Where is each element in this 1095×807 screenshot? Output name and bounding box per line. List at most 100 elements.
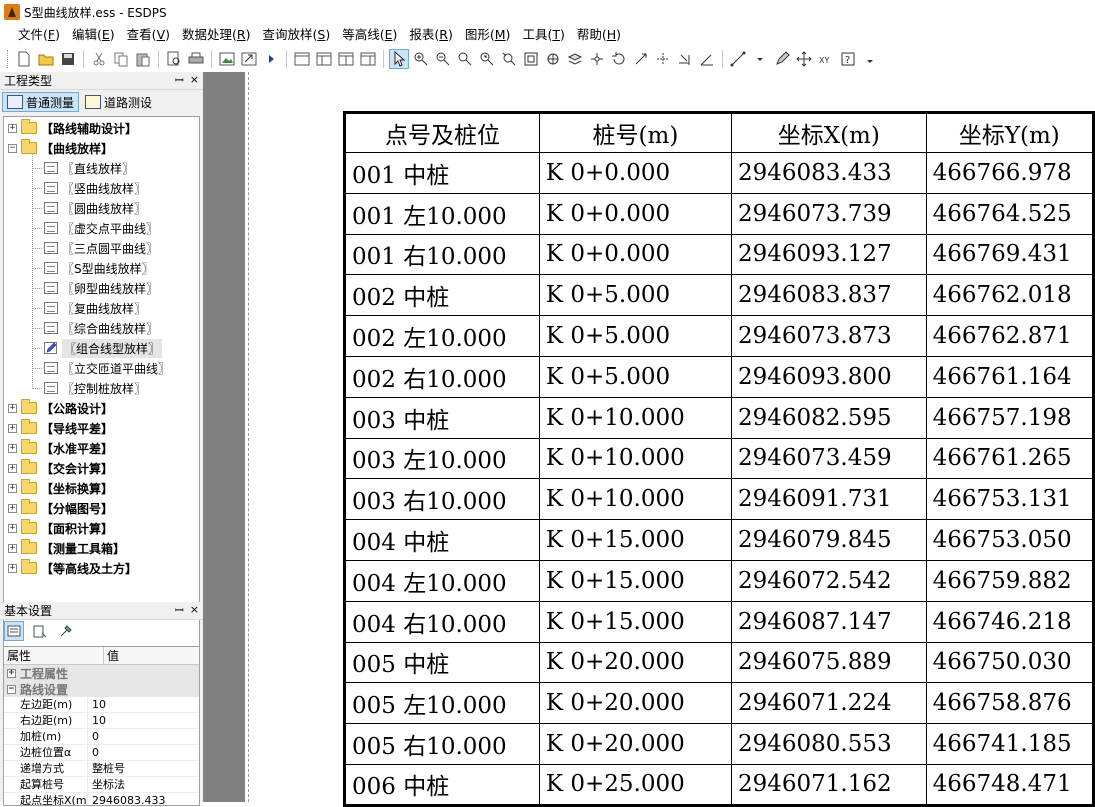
tree-folder[interactable]: + 【导线平差】 <box>8 418 113 438</box>
rotate-icon[interactable] <box>609 49 629 69</box>
expand-icon[interactable]: + <box>8 443 17 453</box>
expand-icon[interactable]: + <box>8 123 17 133</box>
close-icon[interactable]: × <box>190 73 199 88</box>
expand-icon[interactable]: + <box>8 523 17 533</box>
new-file-icon[interactable] <box>14 49 34 69</box>
property-value[interactable]: 坐标法 <box>88 777 125 793</box>
extend-icon[interactable] <box>675 49 695 69</box>
xy-coordinate-icon[interactable]: XY <box>816 49 836 69</box>
help-dropdown-icon[interactable] <box>860 49 880 69</box>
menu-item[interactable]: 帮助(H) <box>571 25 627 45</box>
expand-icon[interactable]: + <box>8 423 17 433</box>
export-icon[interactable] <box>239 49 259 69</box>
property-category[interactable]: − 路线设置 <box>4 681 199 697</box>
angle-icon[interactable] <box>697 49 717 69</box>
tree-item[interactable]: 〖三点圆平曲线〗 <box>32 238 158 258</box>
property-row[interactable]: 起点坐标X(m) 2946083.433 <box>4 792 199 806</box>
tree-item[interactable]: 〖控制桩放样〗 <box>32 378 146 398</box>
tree-item[interactable]: 〖圆曲线放样〗 <box>32 198 146 218</box>
frame-3-icon[interactable] <box>336 49 356 69</box>
property-value[interactable]: 整桩号 <box>88 761 125 777</box>
property-value[interactable]: 0 <box>88 745 99 761</box>
tree-item[interactable]: 〖复曲线放样〗 <box>32 298 146 318</box>
tree-folder[interactable]: + 【路线辅助设计】 <box>8 118 137 138</box>
print-preview-icon[interactable] <box>164 49 184 69</box>
property-row[interactable]: 右边距(m) 10 <box>4 712 199 729</box>
property-value[interactable]: 10 <box>88 713 106 729</box>
property-row[interactable]: 边桩位置α 0 <box>4 744 199 761</box>
expand-icon[interactable]: + <box>8 563 17 573</box>
menu-item[interactable]: 报表(R) <box>403 25 458 45</box>
zoom-window-icon[interactable] <box>455 49 475 69</box>
tree-item[interactable]: 〖卵型曲线放样〗 <box>32 278 158 298</box>
tree-folder[interactable]: + 【坐标换算】 <box>8 478 113 498</box>
property-value[interactable]: 10 <box>88 697 106 713</box>
expand-icon[interactable]: + <box>8 483 17 493</box>
alphabetical-view-icon[interactable] <box>30 621 50 641</box>
expand-icon[interactable]: + <box>8 543 17 553</box>
line-draw-icon[interactable] <box>728 49 748 69</box>
menu-item[interactable]: 文件(F) <box>12 25 66 45</box>
zoom-realtime-icon[interactable] <box>477 49 497 69</box>
menu-item[interactable]: 图形(M) <box>459 25 517 45</box>
categorized-view-icon[interactable] <box>4 621 24 641</box>
run-arrow-icon[interactable] <box>261 49 281 69</box>
trim-icon[interactable] <box>653 49 673 69</box>
tree-folder[interactable]: + 【面积计算】 <box>8 518 113 538</box>
tree-folder[interactable]: + 【水准平差】 <box>8 438 113 458</box>
image-import-icon[interactable] <box>217 49 237 69</box>
frame-2-icon[interactable] <box>314 49 334 69</box>
menu-item[interactable]: 查看(V) <box>121 25 176 45</box>
menu-item[interactable]: 编辑(E) <box>66 25 121 45</box>
pen-edit-icon[interactable] <box>772 49 792 69</box>
pin-icon[interactable]: ꟷ <box>175 73 184 88</box>
property-value[interactable]: 2946083.433 <box>88 793 165 806</box>
tab-road-survey[interactable]: 道路测设 <box>81 92 156 112</box>
tree-folder[interactable]: − 【曲线放样】 <box>8 138 113 158</box>
collapse-icon[interactable]: − <box>8 143 17 153</box>
node-snap-icon[interactable] <box>587 49 607 69</box>
tree-folder[interactable]: + 【公路设计】 <box>8 398 113 418</box>
tree-item[interactable]: 〖直线放样〗 <box>32 158 134 178</box>
close-icon[interactable]: × <box>190 603 199 618</box>
help-icon[interactable]: ? <box>838 49 858 69</box>
tree-folder[interactable]: + 【交会计算】 <box>8 458 113 478</box>
zoom-in-icon[interactable] <box>411 49 431 69</box>
zoom-out-icon[interactable] <box>433 49 453 69</box>
tree-item[interactable]: 〖竖曲线放样〗 <box>32 178 146 198</box>
move-cross-icon[interactable] <box>794 49 814 69</box>
menu-item[interactable]: 等高线(E) <box>336 25 403 45</box>
menu-item[interactable]: 查询放样(S) <box>256 25 336 45</box>
open-folder-icon[interactable] <box>36 49 56 69</box>
tree-item[interactable]: 〖综合曲线放样〗 <box>32 318 158 338</box>
tree-item[interactable]: 〖虚交点平曲线〗 <box>32 218 158 238</box>
toolbar-grip[interactable] <box>7 50 10 68</box>
tree-item[interactable]: 〖组合线型放样〗 <box>32 338 163 358</box>
menu-item[interactable]: 工具(T) <box>516 25 570 45</box>
property-row[interactable]: 递增方式 整桩号 <box>4 760 199 777</box>
cut-icon[interactable] <box>89 49 109 69</box>
property-row[interactable]: 加桩(m) 0 <box>4 728 199 745</box>
property-category[interactable]: + 工程属性 <box>4 665 199 681</box>
select-pointer-icon[interactable] <box>389 49 409 69</box>
zoom-extents-icon[interactable] <box>521 49 541 69</box>
expand-icon[interactable]: + <box>8 463 17 473</box>
expand-icon[interactable]: + <box>8 503 17 513</box>
tree-folder[interactable]: + 【测量工具箱】 <box>8 538 125 558</box>
frame-4-icon[interactable] <box>358 49 378 69</box>
menu-item[interactable]: 数据处理(R) <box>176 25 256 45</box>
frame-1-icon[interactable] <box>292 49 312 69</box>
expand-icon[interactable]: + <box>8 403 17 413</box>
layer-icon[interactable] <box>565 49 585 69</box>
tree-folder[interactable]: + 【等高线及土方】 <box>8 558 137 578</box>
pan-icon[interactable] <box>543 49 563 69</box>
copy-icon[interactable] <box>111 49 131 69</box>
expand-icon[interactable]: + <box>7 668 16 678</box>
print-icon[interactable] <box>186 49 206 69</box>
property-value[interactable]: 0 <box>88 729 99 745</box>
paste-icon[interactable] <box>133 49 153 69</box>
pin-icon[interactable]: ꟷ <box>175 603 184 618</box>
dropdown-arrow-icon[interactable] <box>750 49 770 69</box>
tab-general-survey[interactable]: 普通测量 <box>2 92 80 112</box>
property-row[interactable]: 左边距(m) 10 <box>4 696 199 713</box>
